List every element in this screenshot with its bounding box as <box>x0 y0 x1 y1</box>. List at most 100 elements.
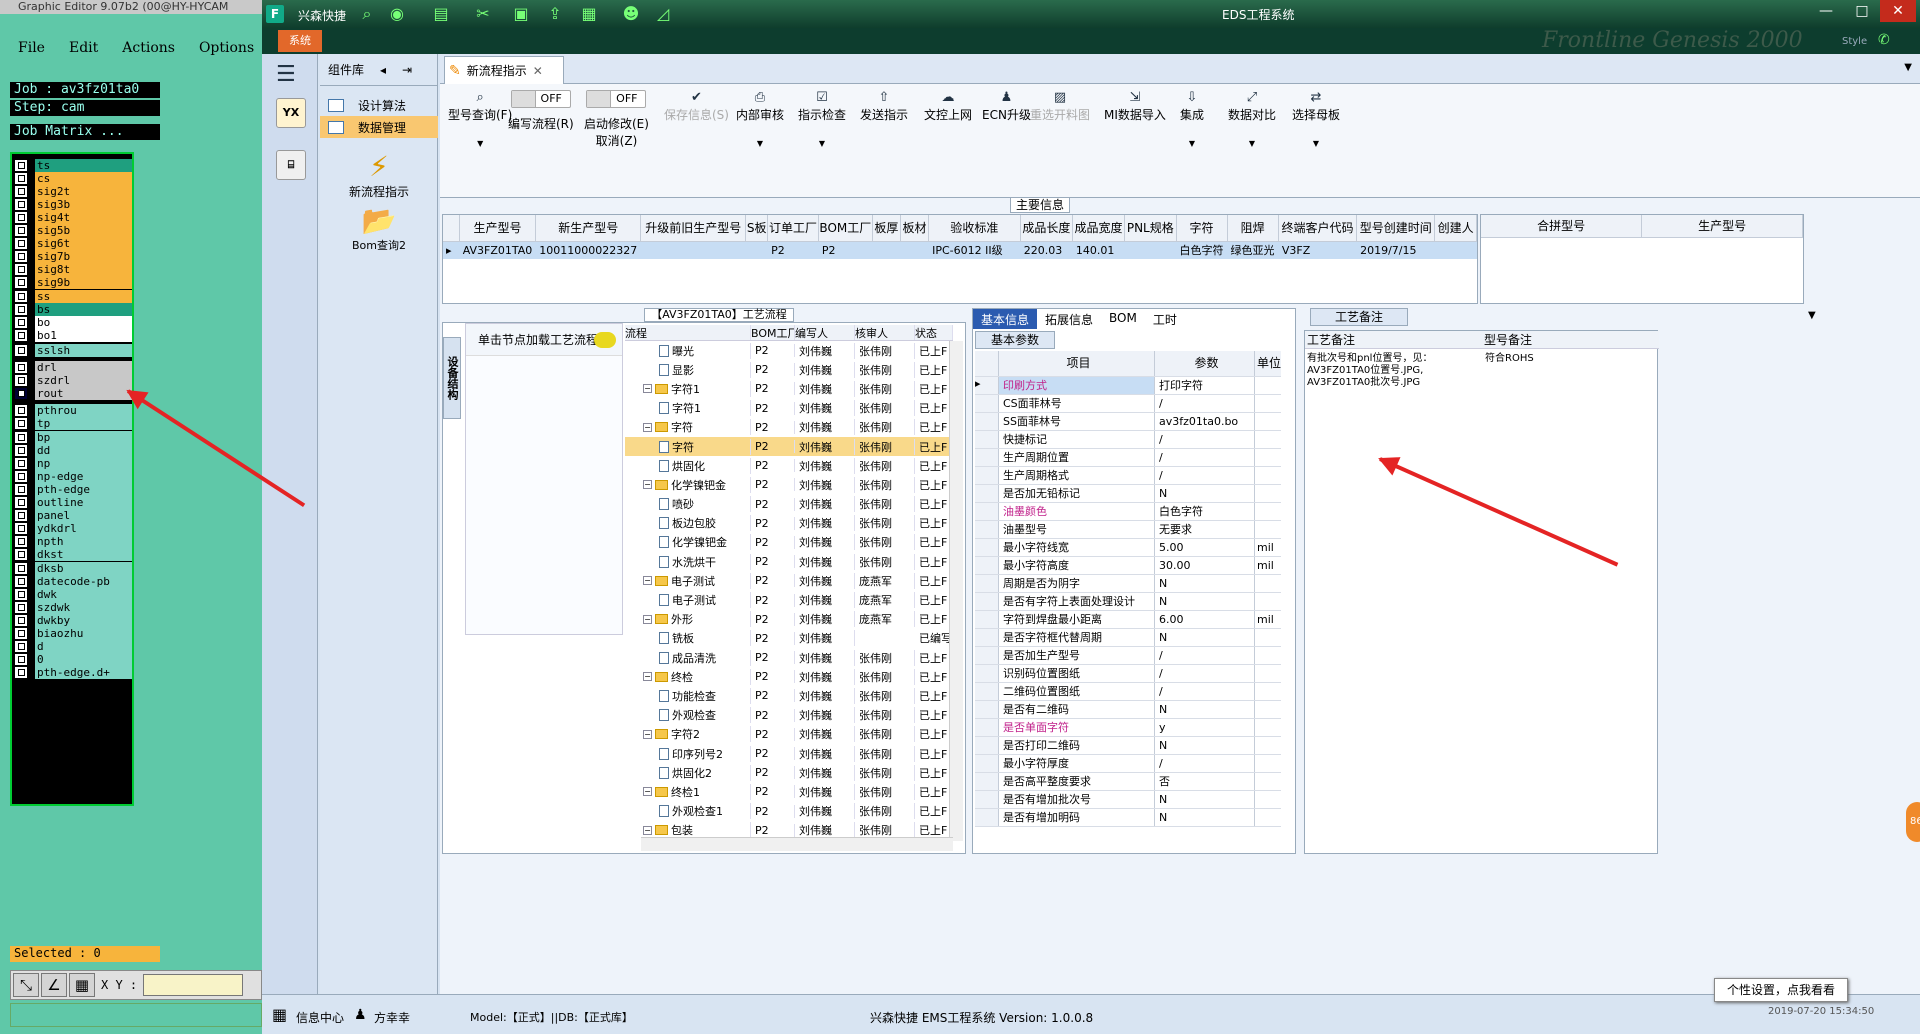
tree-node[interactable]: 功能检查 <box>625 687 751 704</box>
table-icon[interactable]: ▤ <box>430 5 452 23</box>
column-header[interactable]: 状态 <box>915 325 953 340</box>
tab-new-flow[interactable]: ✎ 新流程指示 ✕ <box>444 56 564 84</box>
column-header[interactable]: 板材 <box>900 215 930 242</box>
layer-checkbox[interactable] <box>14 535 28 549</box>
layer-row[interactable]: sig4t <box>12 210 132 224</box>
param-value[interactable]: N <box>1155 575 1255 592</box>
tree-row[interactable]: 烘固化2 P2 刘伟巍 张伟刚 已上F <box>625 763 953 782</box>
column-header[interactable]: 型号创建时间 <box>1356 215 1436 242</box>
collapse-icon[interactable]: − <box>643 729 652 739</box>
tree-node[interactable]: 烘固化 <box>625 457 751 474</box>
tree-row[interactable]: − 化学镍钯金 P2 刘伟巍 张伟刚 已上F <box>625 475 953 494</box>
table-row[interactable]: 是否有增加明码 N <box>975 809 1281 827</box>
mi-import-button[interactable]: ⇲ MI数据导入 <box>1104 90 1166 123</box>
table-row[interactable]: 最小字符厚度 / <box>975 755 1281 773</box>
table-row[interactable]: 是否有二维码 N <box>975 701 1281 719</box>
layer-row[interactable]: bp <box>12 430 132 444</box>
tree-row[interactable]: 外观检查 P2 刘伟巍 张伟刚 已上F <box>625 706 953 725</box>
chevron-down-icon[interactable]: ▼ <box>1904 62 1912 73</box>
param-value[interactable]: / <box>1155 665 1255 682</box>
param-value[interactable]: av3fz01ta0.bo <box>1155 413 1255 430</box>
table-cell[interactable]: P2 <box>767 241 819 259</box>
collapse-icon[interactable]: − <box>643 672 652 682</box>
layer-row[interactable]: pth-edge.d+ <box>12 666 132 680</box>
layer-checkbox[interactable] <box>14 315 28 329</box>
layer-checkbox[interactable] <box>14 302 28 316</box>
table-row[interactable]: 是否字符框代替周期 N <box>975 629 1281 647</box>
layer-row[interactable]: sig6t <box>12 237 132 251</box>
column-header[interactable]: 升级前旧生产型号 <box>640 215 747 242</box>
style-menu[interactable]: Style <box>1842 36 1867 47</box>
column-header[interactable]: 成品长度 <box>1020 215 1073 242</box>
calculator-icon[interactable]: ⌸ <box>276 150 306 180</box>
param-value[interactable]: / <box>1155 449 1255 466</box>
column-header[interactable]: S板 <box>745 215 769 242</box>
tree-row[interactable]: 曝光 P2 刘伟巍 张伟刚 已上F <box>625 341 953 360</box>
ecn-upgrade-button[interactable]: ♟ ECN升级 <box>982 90 1031 123</box>
table-row[interactable]: 是否高平整度要求否 <box>975 773 1281 791</box>
layer-checkbox[interactable] <box>14 237 28 251</box>
table-row[interactable]: 最小字符线宽 5.00 mil <box>975 539 1281 557</box>
layer-row[interactable]: pth-edge <box>12 482 132 496</box>
column-header[interactable]: 流程 <box>625 325 751 340</box>
tree-row[interactable]: 电子测试 P2 刘伟巍 庞燕军 已上F <box>625 590 953 609</box>
param-value[interactable]: / <box>1155 467 1255 484</box>
tree-node[interactable]: 成品清洗 <box>625 649 751 666</box>
table-row[interactable]: CS面菲林号 / <box>975 395 1281 413</box>
minimize-button[interactable]: — <box>1808 0 1844 22</box>
send-flow-button[interactable]: ⇧ 发送指示 <box>860 90 908 123</box>
param-value[interactable]: / <box>1155 647 1255 664</box>
table-row[interactable]: 油墨型号 无要求 <box>975 521 1281 539</box>
model-query-button[interactable]: ⌕ 型号查询(F) ▼ <box>448 90 512 148</box>
process-note[interactable]: 有批次号和pnl位置号，见：AV3FZ01TA0位置号.JPG, AV3FZ01… <box>1305 351 1465 391</box>
layer-row[interactable]: ts <box>12 158 132 172</box>
table-row[interactable]: 是否有增加批次号 N <box>975 791 1281 809</box>
table-row[interactable]: 是否有字符上表面处理设计 N <box>975 593 1281 611</box>
param-value[interactable]: 30.00 <box>1155 557 1255 574</box>
param-value[interactable]: y <box>1155 719 1255 736</box>
param-value[interactable]: / <box>1155 683 1255 700</box>
layer-row[interactable]: sig7b <box>12 250 132 264</box>
tree-node[interactable]: 板边包胶 <box>625 515 751 532</box>
table-cell[interactable]: 白色字符 <box>1176 241 1228 259</box>
tree-node[interactable]: 水洗烘干 <box>625 553 751 570</box>
layer-row[interactable]: biaozhu <box>12 627 132 641</box>
tree-row[interactable]: 烘固化 P2 刘伟巍 张伟刚 已上F <box>625 456 953 475</box>
start-modify-toggle[interactable]: OFF 启动修改(E) 取消(Z) <box>584 90 649 149</box>
pin-icon[interactable]: ⇥ <box>402 63 412 77</box>
chart-icon[interactable]: ◿ <box>652 5 674 23</box>
layer-checkbox[interactable] <box>14 600 28 614</box>
layer-row[interactable]: pthrou <box>12 404 132 418</box>
layer-row[interactable]: dksb <box>12 561 132 575</box>
table-row[interactable]: 油墨颜色 白色字符 <box>975 503 1281 521</box>
column-header[interactable]: 板厚 <box>872 215 901 242</box>
param-value[interactable]: / <box>1155 431 1255 448</box>
tree-node[interactable]: − 字符1 <box>625 380 751 397</box>
tree-node[interactable]: − 字符 <box>625 419 751 436</box>
layer-row[interactable]: panel <box>12 509 132 523</box>
tree-node[interactable]: − 电子测试 <box>625 572 751 589</box>
save-info-button[interactable]: ✔ 保存信息(S) <box>664 90 729 123</box>
table-row[interactable]: 识别码位置图纸 / <box>975 665 1281 683</box>
tree-node[interactable]: − 化学镍钯金 <box>625 476 751 493</box>
tree-node[interactable]: 铣板 <box>625 630 751 647</box>
layer-checkbox[interactable] <box>14 250 28 264</box>
collapse-icon[interactable]: − <box>643 480 652 490</box>
param-value[interactable]: 5.00 <box>1155 539 1255 556</box>
tree-vertical-scrollbar[interactable] <box>949 341 963 841</box>
compare-button[interactable]: ⤢ 数据对比 ▼ <box>1228 90 1276 148</box>
export-icon[interactable]: ⇪ <box>544 5 566 23</box>
layer-row[interactable]: sig9b <box>12 276 132 290</box>
collapse-icon[interactable]: − <box>643 825 652 835</box>
tree-node[interactable]: − 字符2 <box>625 726 751 743</box>
tree-node[interactable]: 外观检查 <box>625 707 751 724</box>
layer-checkbox[interactable] <box>14 361 28 374</box>
table-row[interactable]: 最小字符高度 30.00 mil <box>975 557 1281 575</box>
column-header[interactable]: 生产型号 <box>459 215 537 242</box>
collapse-icon[interactable]: − <box>643 576 652 586</box>
tree-row[interactable]: 喷砂 P2 刘伟巍 张伟刚 已上F <box>625 495 953 514</box>
tree-row[interactable]: − 字符2 P2 刘伟巍 张伟刚 已上F <box>625 725 953 744</box>
table-cell[interactable] <box>1124 241 1177 259</box>
layer-checkbox[interactable] <box>14 443 28 457</box>
layer-checkbox[interactable] <box>14 224 28 237</box>
